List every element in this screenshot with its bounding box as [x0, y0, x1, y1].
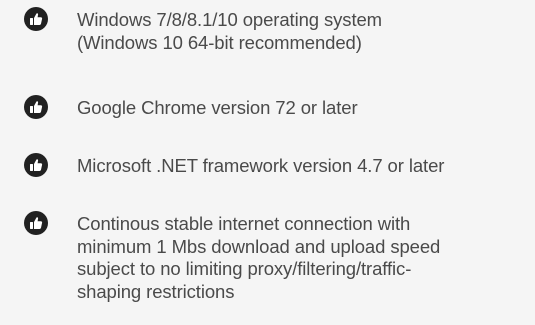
requirement-line: minimum 1 Mbs download and upload speed [77, 235, 441, 257]
requirement-line: Google Chrome version 72 or later [77, 97, 358, 118]
thumbs-up-icon [24, 211, 48, 235]
requirement-text: Microsoft .NET framework version 4.7 or … [77, 155, 533, 178]
requirement-line: Continous stable internet connection wit… [77, 213, 411, 234]
thumbs-up-icon [24, 7, 48, 31]
thumbs-up-icon [24, 153, 48, 177]
requirement-text: Continous stable internet connection wit… [77, 213, 533, 303]
requirement-line: subject to no limiting proxy/filtering/t… [77, 258, 412, 279]
requirement-line: (Windows 10 64-bit recommended) [77, 31, 362, 53]
requirement-line: Microsoft .NET framework version 4.7 or … [77, 155, 445, 176]
requirement-line: shaping restrictions [77, 280, 235, 302]
requirement-line: Windows 7/8/8.1/10 operating system [77, 9, 382, 30]
requirement-text: Google Chrome version 72 or later [77, 97, 533, 120]
thumbs-up-icon [24, 95, 48, 119]
requirements-list: Windows 7/8/8.1/10 operating system (Win… [0, 0, 535, 325]
requirement-text: Windows 7/8/8.1/10 operating system (Win… [77, 9, 533, 54]
